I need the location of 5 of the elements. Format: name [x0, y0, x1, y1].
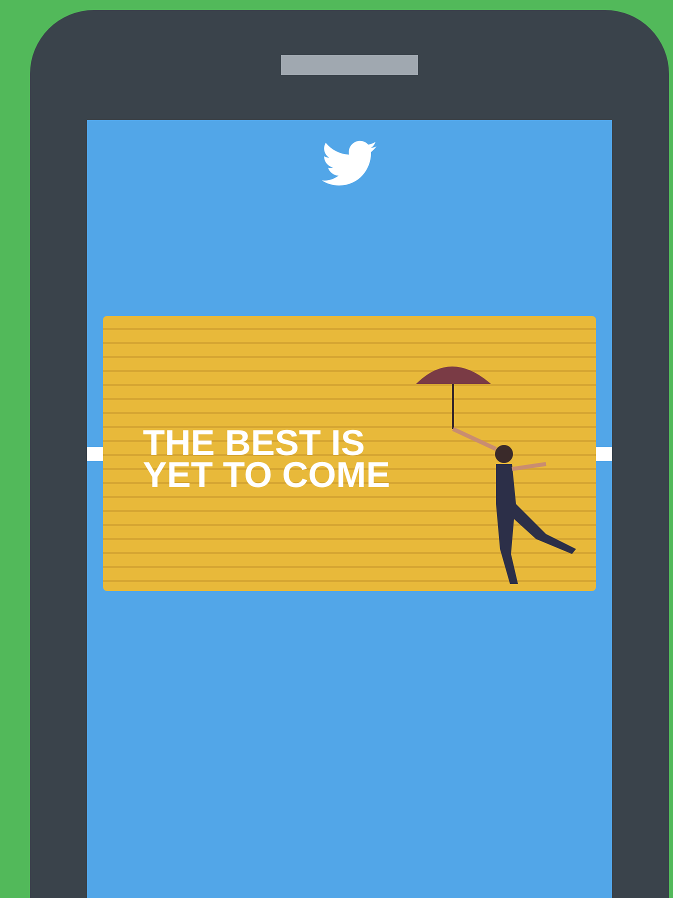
headline-line: YET TO COME: [142, 458, 390, 490]
bird-icon: [322, 140, 378, 188]
headline-line: THE BEST IS: [142, 426, 365, 458]
edge-marker: [87, 446, 103, 460]
edge-marker: [596, 446, 612, 460]
